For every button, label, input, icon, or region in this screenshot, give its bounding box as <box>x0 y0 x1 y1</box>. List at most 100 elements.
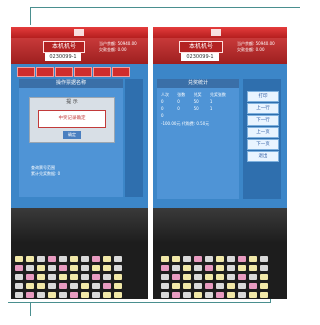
keypad-key[interactable] <box>15 292 23 298</box>
keypad-key[interactable] <box>92 274 100 280</box>
next-page-button[interactable]: 下一页 <box>247 139 279 150</box>
keypad-key[interactable] <box>48 265 56 271</box>
keypad-key[interactable] <box>183 274 191 280</box>
keypad-key[interactable] <box>205 265 213 271</box>
keypad-key[interactable] <box>238 274 246 280</box>
keypad-key[interactable] <box>103 256 111 262</box>
keypad-key[interactable] <box>205 274 213 280</box>
keypad-key[interactable] <box>260 274 268 280</box>
keypad-key[interactable] <box>92 256 100 262</box>
keypad-key[interactable] <box>26 283 34 289</box>
keypad-key[interactable] <box>70 283 78 289</box>
keypad-key[interactable] <box>81 265 89 271</box>
keypad-key[interactable] <box>260 292 268 298</box>
keypad-key[interactable] <box>194 274 202 280</box>
keypad-key[interactable] <box>114 292 122 298</box>
print-button[interactable]: 打印 <box>247 91 279 102</box>
keypad-key[interactable] <box>37 292 45 298</box>
keypad-key[interactable] <box>48 292 56 298</box>
keypad-key[interactable] <box>48 256 56 262</box>
keypad-key[interactable] <box>249 283 257 289</box>
keypad-key[interactable] <box>238 283 246 289</box>
keypad-key[interactable] <box>70 256 78 262</box>
keypad-key[interactable] <box>26 265 34 271</box>
keypad-key[interactable] <box>161 265 169 271</box>
keypad-key[interactable] <box>194 256 202 262</box>
keypad-key[interactable] <box>227 274 235 280</box>
nav-button[interactable] <box>112 67 130 77</box>
keypad-key[interactable] <box>249 256 257 262</box>
keypad-key[interactable] <box>37 265 45 271</box>
keypad-key[interactable] <box>92 292 100 298</box>
keypad-key[interactable] <box>48 283 56 289</box>
keypad-key[interactable] <box>15 283 23 289</box>
keypad-key[interactable] <box>172 256 180 262</box>
keypad-key[interactable] <box>70 274 78 280</box>
keypad-key[interactable] <box>15 256 23 262</box>
keypad-key[interactable] <box>114 256 122 262</box>
keypad-key[interactable] <box>114 265 122 271</box>
keypad-key[interactable] <box>26 256 34 262</box>
keypad-key[interactable] <box>81 256 89 262</box>
keypad-key[interactable] <box>227 256 235 262</box>
keypad-key[interactable] <box>15 274 23 280</box>
keypad-key[interactable] <box>92 265 100 271</box>
keypad-key[interactable] <box>216 256 224 262</box>
keypad-key[interactable] <box>183 292 191 298</box>
prev-row-button[interactable]: 上一行 <box>247 103 279 114</box>
keypad-key[interactable] <box>59 274 67 280</box>
keypad-key[interactable] <box>114 274 122 280</box>
keypad-key[interactable] <box>59 256 67 262</box>
keypad-key[interactable] <box>70 292 78 298</box>
keypad-key[interactable] <box>59 283 67 289</box>
keypad-key[interactable] <box>260 265 268 271</box>
keypad-key[interactable] <box>183 256 191 262</box>
keypad-key[interactable] <box>194 283 202 289</box>
dialog-ok-button[interactable]: 确定 <box>63 131 81 139</box>
nav-button[interactable] <box>17 67 35 77</box>
keypad-key[interactable] <box>227 292 235 298</box>
keypad-key[interactable] <box>216 292 224 298</box>
keypad-key[interactable] <box>81 274 89 280</box>
keypad-key[interactable] <box>114 283 122 289</box>
keypad-key[interactable] <box>59 292 67 298</box>
keypad-key[interactable] <box>103 292 111 298</box>
keypad-key[interactable] <box>37 256 45 262</box>
keypad-key[interactable] <box>15 265 23 271</box>
keypad-key[interactable] <box>172 265 180 271</box>
keypad-key[interactable] <box>172 274 180 280</box>
keypad-key[interactable] <box>216 283 224 289</box>
keypad-key[interactable] <box>205 292 213 298</box>
keypad-key[interactable] <box>194 265 202 271</box>
keypad-key[interactable] <box>205 256 213 262</box>
next-row-button[interactable]: 下一行 <box>247 115 279 126</box>
keypad-key[interactable] <box>227 283 235 289</box>
keypad-key[interactable] <box>161 274 169 280</box>
keypad-key[interactable] <box>216 265 224 271</box>
keypad-key[interactable] <box>172 283 180 289</box>
keypad-key[interactable] <box>238 265 246 271</box>
keypad-key[interactable] <box>249 292 257 298</box>
exit-button[interactable]: 退出 <box>247 151 279 162</box>
keypad-key[interactable] <box>70 265 78 271</box>
keypad-key[interactable] <box>183 283 191 289</box>
keypad-key[interactable] <box>194 292 202 298</box>
keypad-key[interactable] <box>81 283 89 289</box>
keypad-key[interactable] <box>161 292 169 298</box>
keypad-key[interactable] <box>238 256 246 262</box>
keypad-key[interactable] <box>161 283 169 289</box>
keypad-key[interactable] <box>103 265 111 271</box>
keypad-key[interactable] <box>103 283 111 289</box>
keypad-key[interactable] <box>26 274 34 280</box>
keypad-key[interactable] <box>260 256 268 262</box>
prev-page-button[interactable]: 上一页 <box>247 127 279 138</box>
keypad-key[interactable] <box>59 265 67 271</box>
keypad-key[interactable] <box>183 265 191 271</box>
keypad-key[interactable] <box>92 283 100 289</box>
keypad-key[interactable] <box>37 274 45 280</box>
nav-button[interactable] <box>55 67 73 77</box>
keypad-key[interactable] <box>103 274 111 280</box>
keypad-key[interactable] <box>81 292 89 298</box>
keypad-key[interactable] <box>205 283 213 289</box>
keypad-key[interactable] <box>249 274 257 280</box>
